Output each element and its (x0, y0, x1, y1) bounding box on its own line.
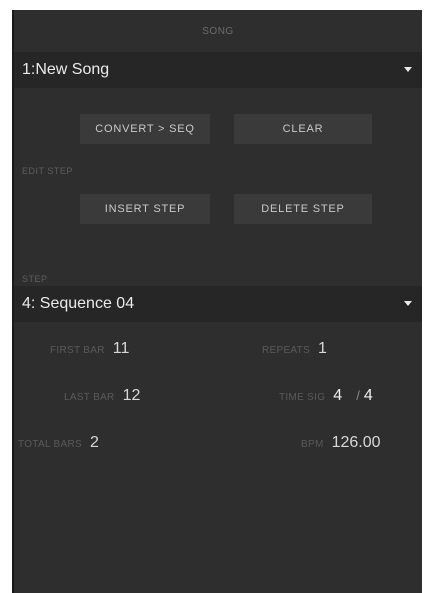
repeats-label: REPEATS (262, 345, 311, 356)
delete-step-button[interactable]: DELETE STEP (234, 194, 372, 224)
total-bars-label: TOTAL BARS (18, 439, 82, 450)
chevron-down-icon (404, 301, 412, 306)
time-sig-label: TIME SIG (279, 392, 326, 403)
first-bar-label: FIRST BAR (50, 345, 105, 356)
first-bar-field[interactable]: FIRST BAR 11 (50, 340, 129, 358)
convert-to-seq-button[interactable]: CONVERT > SEQ (80, 114, 210, 144)
bpm-label: BPM (301, 439, 324, 450)
total-bars-field[interactable]: TOTAL BARS 2 (18, 434, 99, 452)
first-bar-value[interactable]: 11 (113, 340, 130, 358)
edit-step-header: EDIT STEP (22, 166, 73, 176)
bpm-value[interactable]: 126.00 (332, 434, 381, 452)
step-selector-value: 4: Sequence 04 (22, 295, 135, 312)
last-bar-value[interactable]: 12 (123, 387, 141, 405)
chevron-down-icon (404, 67, 412, 72)
total-bars-value[interactable]: 2 (90, 434, 99, 452)
last-bar-label: LAST BAR (64, 392, 115, 403)
bpm-field[interactable]: BPM 126.00 (301, 434, 381, 452)
insert-step-button[interactable]: INSERT STEP (80, 194, 210, 224)
time-sig-numerator[interactable]: 4 (333, 387, 342, 405)
time-sig-separator: / (356, 388, 360, 403)
time-sig-denominator[interactable]: 4 (364, 387, 373, 405)
song-selector-value: 1:New Song (22, 61, 110, 78)
step-section-header: STEP (22, 274, 48, 284)
song-mode-panel: SONG 1:New Song CONVERT > SEQ CLEAR EDIT… (12, 10, 422, 593)
step-selector[interactable]: 4: Sequence 04 (14, 286, 422, 322)
time-sig-field[interactable]: TIME SIG 4 / 4 (279, 387, 373, 405)
repeats-value[interactable]: 1 (318, 340, 327, 358)
song-selector[interactable]: 1:New Song (14, 52, 422, 88)
last-bar-field[interactable]: LAST BAR 12 (64, 387, 140, 405)
song-section-header: SONG (202, 25, 234, 37)
repeats-field[interactable]: REPEATS 1 (262, 340, 327, 358)
clear-button[interactable]: CLEAR (234, 114, 372, 144)
